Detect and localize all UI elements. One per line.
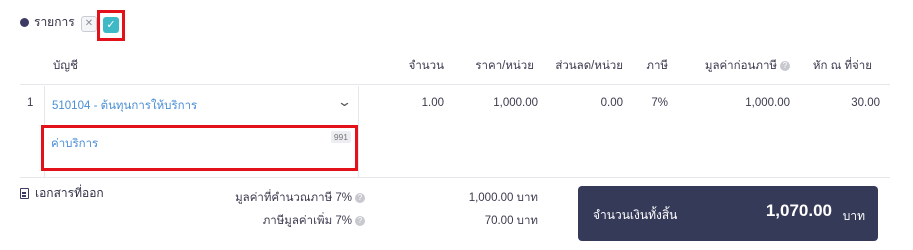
price-value[interactable]: 1,000.00	[493, 97, 538, 109]
header-pre-vat-label: มูลค่าก่อนภาษี	[704, 60, 777, 72]
document-icon	[20, 188, 29, 199]
discount-value[interactable]: 0.00	[601, 97, 623, 109]
account-select[interactable]: 510104 - ต้นทุนการให้บริการ	[52, 97, 197, 115]
vat-value-summary: 70.00 บาท	[484, 215, 538, 227]
header-vat: ภาษี	[646, 60, 668, 72]
help-icon[interactable]: ?	[355, 192, 365, 203]
header-withholding: หัก ณ ที่จ่าย	[812, 60, 872, 72]
documents-title: เอกสารที่ออก	[35, 186, 104, 200]
header-price: ราคา/หน่วย	[475, 60, 534, 72]
grand-total-box: จำนวนเงินทั้งสิ้น 1,070.00 บาท	[578, 186, 878, 241]
grand-total-amount: 1,070.00	[765, 201, 832, 220]
vat-base-label: มูลค่าที่คำนวณภาษี 7%	[235, 192, 352, 204]
header-discount: ส่วนลด/หน่วย	[555, 60, 623, 72]
vat-base-value: 1,000.00 บาท	[468, 192, 538, 204]
pre-vat-value: 1,000.00	[745, 97, 790, 109]
bullet-dot-icon	[20, 17, 29, 27]
header-pre-vat: มูลค่าก่อนภาษี?	[705, 57, 790, 75]
description-text[interactable]: ค่าบริการ	[51, 135, 98, 153]
vat-label-wrap: ภาษีมูลค่าเพิ่ม 7%?	[263, 212, 365, 230]
grand-total-label: จำนวนเงินทั้งสิ้น	[593, 208, 678, 222]
qty-value[interactable]: 1.00	[422, 97, 444, 109]
header-qty: จำนวน	[408, 60, 444, 72]
row-number: 1	[27, 97, 34, 109]
documents-header: เอกสารที่ออก	[20, 184, 104, 203]
highlight-box-check: ✓	[97, 10, 125, 41]
vat-label: ภาษีมูลค่าเพิ่ม 7%	[262, 215, 352, 227]
checkbox-check-icon[interactable]: ✓	[103, 17, 119, 33]
grand-total-unit: บาท	[842, 209, 865, 223]
help-icon[interactable]: ?	[355, 215, 365, 226]
help-icon[interactable]: ?	[780, 60, 790, 71]
vat-base-label-wrap: มูลค่าที่คำนวณภาษี 7%?	[235, 189, 365, 207]
table-header: บัญชี จำนวน ราคา/หน่วย ส่วนลด/หน่วย ภาษี…	[20, 47, 890, 85]
header-account: บัญชี	[53, 60, 78, 72]
section-title: รายการ	[34, 14, 75, 29]
close-icon[interactable]: ✕	[81, 16, 97, 32]
description-field[interactable]: ค่าบริการ 991	[41, 125, 358, 171]
chevron-down-icon[interactable]: ⌄	[337, 94, 352, 110]
vat-value[interactable]: 7%	[651, 97, 668, 109]
char-count-badge: 991	[330, 131, 351, 143]
withholding-value[interactable]: 30.00	[851, 97, 880, 109]
section-header: รายการ	[20, 12, 75, 32]
